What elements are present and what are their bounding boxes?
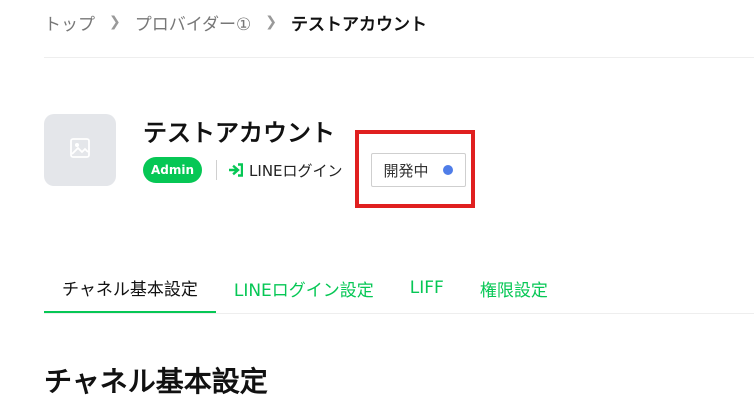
- tab-permissions[interactable]: 権限設定: [462, 264, 566, 314]
- meta-divider: [216, 160, 218, 180]
- role-badge: Admin: [143, 157, 203, 183]
- image-placeholder-icon: [69, 137, 91, 163]
- breadcrumb-provider-link[interactable]: プロバイダー①: [135, 10, 252, 35]
- tab-liff[interactable]: LIFF: [392, 264, 462, 314]
- channel-name: テストアカウント: [143, 119, 335, 147]
- channel-tabs: チャネル基本設定 LINEログイン設定 LIFF 権限設定: [44, 264, 566, 314]
- chevron-right-icon: ❯: [109, 14, 121, 30]
- tab-basic-settings[interactable]: チャネル基本設定: [44, 264, 216, 314]
- line-login-arrow-icon: [229, 163, 244, 177]
- section-title: チャネル基本設定: [44, 365, 268, 398]
- breadcrumb-current: テストアカウント: [291, 14, 428, 35]
- channel-avatar: [44, 114, 116, 186]
- breadcrumb-top-link[interactable]: トップ: [44, 10, 95, 35]
- chevron-right-icon: ❯: [265, 14, 278, 30]
- header-divider: [44, 57, 754, 58]
- tab-line-login-settings[interactable]: LINEログイン設定: [216, 264, 392, 314]
- annotation-highlight-box: [355, 130, 475, 208]
- channel-type: LINEログイン: [249, 161, 343, 180]
- tabs-divider: [44, 313, 754, 314]
- breadcrumb: トップ ❯ プロバイダー① ❯ テストアカウント: [44, 10, 428, 35]
